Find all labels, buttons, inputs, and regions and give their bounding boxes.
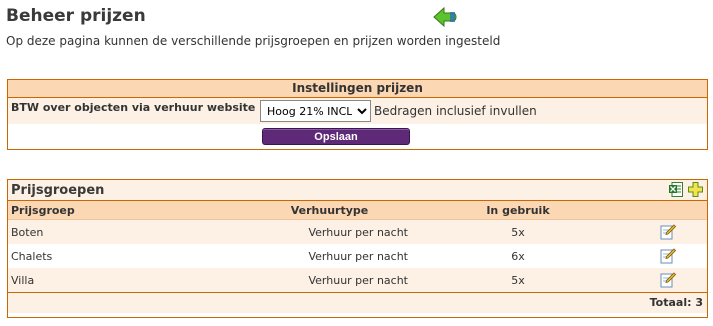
cell-actions	[628, 244, 707, 268]
table-row: Chalets Verhuur per nacht 6x	[8, 244, 707, 268]
vat-label: BTW over objecten via verhuur website	[11, 101, 256, 114]
add-icon[interactable]	[688, 182, 703, 197]
page-title: Beheer prijzen	[6, 6, 146, 26]
cell-rental-type: Verhuur per nacht	[248, 219, 408, 244]
settings-header: Instellingen prijzen	[8, 80, 707, 98]
back-arrow-icon[interactable]	[432, 6, 458, 28]
save-button[interactable]: Opslaan	[262, 128, 410, 145]
table-row: Villa Verhuur per nacht 5x	[8, 268, 707, 292]
groups-title: Prijsgroepen	[11, 183, 105, 198]
cell-group-name: Villa	[8, 268, 248, 292]
cell-in-use: 5x	[408, 219, 628, 244]
col-header-actions	[628, 201, 707, 220]
table-header-row: Prijsgroep Verhuurtype In gebruik	[8, 201, 707, 220]
vat-hint: Bedragen inclusief invullen	[374, 104, 537, 118]
table-footer-total: Totaal: 3	[8, 292, 707, 313]
cell-in-use: 5x	[408, 268, 628, 292]
page-description: Op deze pagina kunnen de verschillende p…	[6, 34, 501, 48]
col-header-verhuurtype: Verhuurtype	[248, 201, 408, 220]
vat-select[interactable]: Hoog 21% INCL	[260, 100, 371, 122]
col-header-in-gebruik: In gebruik	[408, 201, 628, 220]
settings-panel: Instellingen prijzen BTW over objecten v…	[7, 79, 708, 150]
cell-actions	[628, 268, 707, 292]
price-groups-panel: Prijsgroepen Prijsgroep Verhuurtype In g…	[7, 179, 708, 318]
vat-row: BTW over objecten via verhuur website Ho…	[8, 98, 707, 124]
table-row: Boten Verhuur per nacht 5x	[8, 219, 707, 244]
cell-rental-type: Verhuur per nacht	[248, 244, 408, 268]
cell-actions	[628, 219, 707, 244]
edit-pencil-icon[interactable]	[660, 248, 676, 264]
col-header-prijsgroep: Prijsgroep	[8, 201, 248, 220]
cell-group-name: Chalets	[8, 244, 248, 268]
price-groups-table: Prijsgroep Verhuurtype In gebruik Boten …	[8, 201, 707, 292]
cell-group-name: Boten	[8, 219, 248, 244]
groups-title-row: Prijsgroepen	[8, 180, 707, 201]
cell-rental-type: Verhuur per nacht	[248, 268, 408, 292]
cell-in-use: 6x	[408, 244, 628, 268]
edit-pencil-icon[interactable]	[660, 272, 676, 288]
edit-pencil-icon[interactable]	[660, 224, 676, 240]
excel-export-icon[interactable]	[669, 182, 683, 197]
